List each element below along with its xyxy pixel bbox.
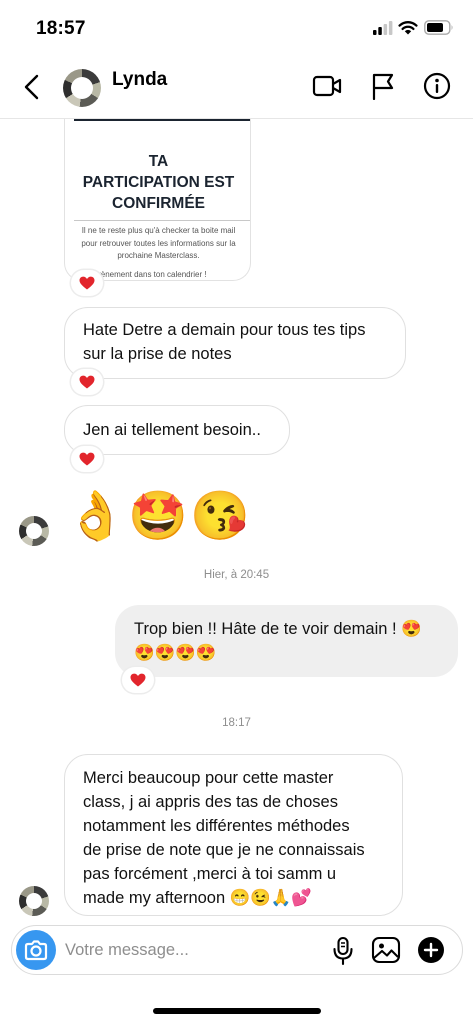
status-time: 18:57 [36, 18, 86, 39]
heart-icon [79, 276, 95, 290]
wifi-icon [398, 21, 418, 35]
chat-header: Lynda [0, 56, 473, 119]
timestamp: Hier, à 20:45 [203, 569, 270, 581]
incoming-message-bubble[interactable]: Jen ai tellement besoin.. [64, 405, 290, 455]
flag-icon[interactable] [370, 72, 396, 100]
message-input[interactable] [65, 938, 315, 962]
heart-icon [79, 452, 95, 466]
status-bar: 18:57 [0, 0, 473, 56]
message-text: Merci beaucoup pour cette master class, … [83, 769, 365, 907]
card-top-border [74, 119, 250, 121]
message-composer [11, 925, 463, 975]
camera-button[interactable] [16, 930, 56, 970]
microphone-icon[interactable] [330, 936, 356, 966]
info-icon[interactable] [423, 72, 451, 100]
card-footer-text: l'évènement dans ton calendrier ! [89, 270, 207, 279]
heart-icon [79, 375, 95, 389]
ok-hand-emoji[interactable]: 👌 [66, 489, 126, 545]
contact-avatar-small[interactable] [19, 516, 49, 546]
contact-avatar-small[interactable] [19, 886, 49, 916]
kissing-face-emoji[interactable]: 😘 [190, 489, 250, 545]
incoming-message-bubble[interactable]: Merci beaucoup pour cette master class, … [64, 754, 403, 916]
contact-avatar[interactable] [63, 69, 101, 107]
back-arrow-icon[interactable] [20, 72, 44, 102]
contact-name[interactable]: Lynda [112, 69, 167, 91]
gallery-icon[interactable] [371, 936, 401, 964]
heart-reaction[interactable] [71, 270, 103, 296]
incoming-message-bubble[interactable]: Hate Detre a demain pour tous tes tips s… [64, 307, 406, 379]
message-text: Trop bien !! Hâte de te voir demain ! 😍 … [134, 620, 422, 662]
message-text: Hate Detre a demain pour tous tes tips s… [83, 321, 366, 363]
home-indicator [153, 1008, 321, 1014]
card-body-text: Il ne te reste plus qu'à checker ta boit… [81, 226, 236, 260]
timestamp: 18:17 [222, 717, 251, 729]
add-plus-icon[interactable] [417, 936, 445, 964]
heart-reaction[interactable] [71, 369, 103, 395]
star-struck-emoji[interactable]: 🤩 [128, 489, 188, 545]
card-title: TA PARTICIPATION EST CONFIRMÉE [82, 153, 235, 212]
shared-image-card[interactable]: TA PARTICIPATION EST CONFIRMÉE Il ne te … [64, 119, 251, 281]
message-text: Jen ai tellement besoin.. [83, 421, 261, 439]
cellular-signal-icon [373, 21, 393, 35]
video-call-icon[interactable] [312, 74, 342, 98]
heart-reaction[interactable] [122, 667, 154, 693]
battery-icon [424, 20, 453, 35]
outgoing-message-bubble[interactable]: Trop bien !! Hâte de te voir demain ! 😍 … [115, 605, 458, 677]
card-divider [74, 220, 250, 221]
heart-icon [130, 673, 146, 687]
camera-icon [24, 940, 48, 961]
heart-reaction[interactable] [71, 446, 103, 472]
